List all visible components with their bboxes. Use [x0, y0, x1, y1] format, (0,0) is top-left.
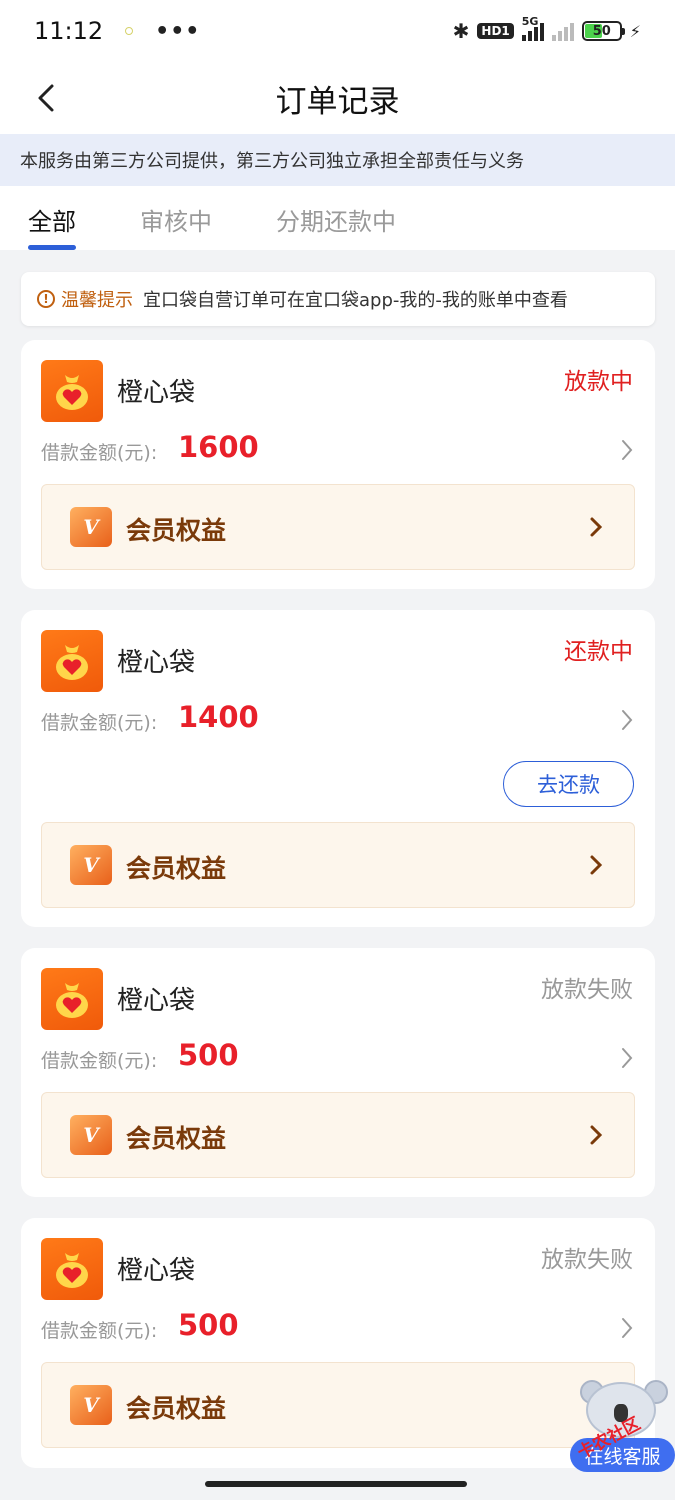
chevron-right-icon — [590, 855, 603, 875]
amount-value: 1600 — [178, 430, 259, 464]
amount-value: 500 — [178, 1308, 239, 1342]
chevron-right-icon[interactable] — [617, 1314, 637, 1342]
more-icon: ••• — [155, 18, 201, 44]
tip-banner: ! 温馨提示 宜口袋自营订单可在宜口袋app-我的-我的账单中查看 — [21, 272, 655, 326]
order-card[interactable]: 橙心袋 放款失败 借款金额(元): 500 V 会员权益 — [21, 1218, 655, 1468]
vip-label: 会员权益 — [126, 854, 227, 883]
brand-name: 橙心袋 — [117, 986, 196, 1016]
tab-bar: 全部 审核中 分期还款中 — [0, 186, 675, 250]
status-bar: 11:12 ••• ✱ HD1 5G 50 ⚡ — [0, 0, 675, 62]
heart-bag-icon — [41, 1238, 103, 1300]
tab-installment-repaying[interactable]: 分期还款中 — [276, 186, 396, 250]
back-arrow-icon — [38, 84, 54, 112]
charging-icon: ⚡ — [629, 21, 641, 41]
vip-benefits-button[interactable]: V 会员权益 — [41, 1092, 635, 1178]
battery-icon: 50 — [581, 21, 625, 41]
signal-icon — [551, 21, 574, 41]
order-card[interactable]: 橙心袋 还款中 借款金额(元): 1400 去还款 V 会员权益 — [21, 610, 655, 927]
status-badge: 放款中 — [564, 369, 633, 395]
tab-all[interactable]: 全部 — [28, 186, 76, 250]
status-badge: 放款失败 — [541, 977, 633, 1003]
amount-label: 借款金额(元): — [41, 1050, 158, 1072]
status-time: 11:12 — [34, 17, 104, 45]
page-title: 订单记录 — [275, 83, 400, 120]
heart-bag-icon — [41, 360, 103, 422]
vip-label: 会员权益 — [126, 1394, 227, 1423]
status-badge: 放款失败 — [541, 1247, 633, 1273]
vip-label: 会员权益 — [126, 1124, 227, 1153]
home-indicator[interactable] — [205, 1481, 467, 1487]
brand-name: 橙心袋 — [117, 648, 196, 678]
vip-benefits-button[interactable]: V 会员权益 — [41, 822, 635, 908]
chevron-right-icon[interactable] — [617, 706, 637, 734]
vip-label: 会员权益 — [126, 516, 227, 545]
amount-label: 借款金额(元): — [41, 442, 158, 464]
heart-bag-icon — [41, 968, 103, 1030]
status-dot-icon — [125, 27, 134, 35]
status-badge: 还款中 — [564, 639, 633, 665]
disclaimer-text: 本服务由第三方公司提供，第三方公司独立承担全部责任与义务 — [20, 151, 524, 172]
tab-under-review[interactable]: 审核中 — [140, 186, 212, 250]
amount-value: 1400 — [178, 700, 259, 734]
tip-label: 温馨提示 — [61, 290, 133, 311]
chevron-right-icon — [590, 1125, 603, 1145]
order-card[interactable]: 橙心袋 放款中 借款金额(元): 1600 V 会员权益 — [21, 340, 655, 589]
customer-service-button[interactable]: 在线客服 卡农社区 — [570, 1380, 675, 1472]
hd-badge: HD1 — [477, 23, 514, 39]
vip-badge-icon: V — [70, 845, 112, 885]
bluetooth-icon: ✱ — [452, 19, 470, 43]
chevron-right-icon[interactable] — [617, 436, 637, 464]
brand-name: 橙心袋 — [117, 1256, 196, 1286]
disclaimer-banner: 本服务由第三方公司提供，第三方公司独立承担全部责任与义务 — [0, 134, 675, 186]
order-card[interactable]: 橙心袋 放款失败 借款金额(元): 500 V 会员权益 — [21, 948, 655, 1197]
chevron-right-icon[interactable] — [617, 1044, 637, 1072]
amount-label: 借款金额(元): — [41, 1320, 158, 1342]
brand-name: 橙心袋 — [117, 378, 196, 408]
info-icon: ! — [37, 290, 55, 308]
nav-bar: 订单记录 — [0, 62, 675, 134]
heart-bag-icon — [41, 630, 103, 692]
amount-label: 借款金额(元): — [41, 712, 158, 734]
amount-value: 500 — [178, 1038, 239, 1072]
vip-badge-icon: V — [70, 1385, 112, 1425]
tip-text: 宜口袋自营订单可在宜口袋app-我的-我的账单中查看 — [143, 290, 568, 311]
repay-button[interactable]: 去还款 — [503, 761, 634, 807]
back-button[interactable] — [28, 80, 64, 116]
chevron-right-icon — [590, 517, 603, 537]
vip-badge-icon: V — [70, 1115, 112, 1155]
vip-benefits-button[interactable]: V 会员权益 — [41, 484, 635, 570]
vip-badge-icon: V — [70, 507, 112, 547]
signal-5g-icon: 5G — [521, 15, 544, 41]
vip-benefits-button[interactable]: V 会员权益 — [41, 1362, 635, 1448]
